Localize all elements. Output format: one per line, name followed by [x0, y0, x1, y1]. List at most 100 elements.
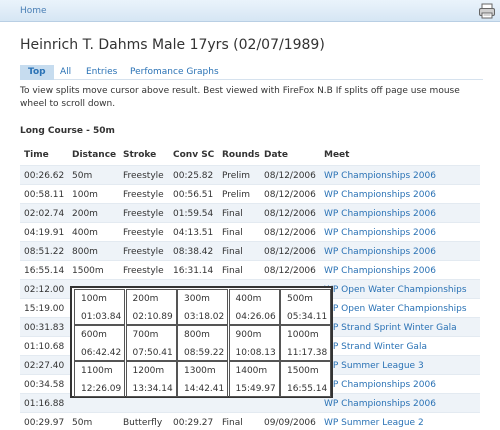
- section-heading: Long Course - 50m: [20, 126, 115, 136]
- split-time: 03:18.02: [184, 312, 225, 322]
- cell-meet[interactable]: WP Summer League 2: [324, 418, 424, 428]
- cell-meet[interactable]: WP Open Water Championships: [324, 285, 467, 295]
- tab-all[interactable]: All: [60, 65, 71, 80]
- cell-time: 02:27.40: [24, 361, 65, 371]
- split-cell: 1200m 13:34.14: [125, 361, 177, 397]
- cell-meet[interactable]: WP Strand Sprint Winter Gala: [324, 323, 457, 333]
- split-cell: 800m 08:59.22: [177, 325, 228, 361]
- cell-meet[interactable]: WP Championships 2006: [324, 399, 436, 409]
- table-row[interactable]: 16:55.14 1500m Freestyle 16:31.14 Final 08/12…: [20, 260, 480, 279]
- cell-distance: 50m: [72, 171, 93, 181]
- table-row[interactable]: 02:02.74 200m Freestyle 01:59.54 Final 08/12/…: [20, 203, 480, 222]
- cell-time: 00:58.11: [24, 190, 65, 200]
- cell-time: 01:16.88: [24, 399, 65, 409]
- cell-meet[interactable]: WP Open Water Championships: [324, 304, 467, 314]
- split-distance: 500m: [287, 294, 313, 304]
- split-distance: 1200m: [132, 366, 165, 376]
- cell-distance: 50m: [72, 418, 93, 428]
- cell-meet[interactable]: WP Championships 2006: [324, 380, 436, 390]
- cell-stroke: Freestyle: [123, 190, 164, 200]
- split-cell: 1300m 14:42.41: [177, 361, 228, 397]
- cell-stroke: Freestyle: [123, 228, 164, 238]
- split-time: 16:55.14: [287, 384, 328, 394]
- cell-meet[interactable]: WP Championships 2006: [324, 190, 436, 200]
- cell-rounds: Final: [222, 247, 243, 257]
- split-cell: 1500m 16:55.14: [280, 361, 331, 397]
- cell-meet[interactable]: WP Strand Winter Gala: [324, 342, 427, 352]
- home-link[interactable]: Home: [20, 6, 47, 16]
- cell-conv-sc: 08:38.42: [173, 247, 214, 257]
- split-cell: 1000m 11:17.38: [280, 325, 331, 361]
- cell-meet[interactable]: WP Championships 2006: [324, 209, 436, 219]
- split-cell: 1400m 15:49.97: [228, 361, 280, 397]
- cell-distance: 400m: [72, 228, 98, 238]
- split-distance: 400m: [235, 294, 262, 304]
- cell-conv-sc: 00:29.27: [173, 418, 214, 428]
- cell-time: 00:31.83: [24, 323, 65, 333]
- split-time: 15:49.97: [235, 384, 276, 394]
- cell-distance: 800m: [72, 247, 98, 257]
- col-date: Date: [264, 150, 288, 160]
- cell-stroke: Butterfly: [123, 418, 163, 428]
- cell-distance: 200m: [72, 209, 98, 219]
- col-distance: Distance: [72, 150, 117, 160]
- split-cell: 700m 07:50.41: [125, 325, 177, 361]
- tab-top[interactable]: Top: [20, 65, 54, 80]
- cell-rounds: Prelim: [222, 171, 251, 181]
- cell-conv-sc: 16:31.14: [173, 266, 214, 276]
- split-cell: 900m 10:08.13: [228, 325, 280, 361]
- table-row[interactable]: 00:26.62 50m Freestyle 00:25.82 Prelim 08/12/…: [20, 165, 480, 184]
- split-time: 11:17.38: [287, 348, 328, 358]
- cell-meet[interactable]: WP Championships 2006: [324, 266, 436, 276]
- col-stroke: Stroke: [123, 150, 157, 160]
- split-time: 05:34.11: [287, 312, 328, 322]
- printer-icon[interactable]: [478, 2, 496, 20]
- split-distance: 600m: [81, 330, 107, 340]
- cell-date: 08/12/2006: [264, 266, 316, 276]
- cell-rounds: Prelim: [222, 190, 251, 200]
- tab-entries[interactable]: Entries: [86, 65, 117, 80]
- col-time: Time: [24, 150, 49, 160]
- split-distance: 1500m: [287, 366, 319, 376]
- table-header: Time Distance Stroke Conv SC Rounds Date…: [20, 146, 480, 165]
- cell-meet[interactable]: WP Championships 2006: [324, 171, 436, 181]
- cell-date: 09/09/2006: [264, 418, 316, 428]
- split-distance: 700m: [132, 330, 159, 340]
- split-time: 02:10.89: [132, 312, 173, 322]
- cell-rounds: Final: [222, 418, 243, 428]
- split-time: 06:42.42: [81, 348, 122, 358]
- cell-conv-sc: 04:13.51: [173, 228, 214, 238]
- cell-time: 08:51.22: [24, 247, 65, 257]
- split-cell: 200m 02:10.89: [125, 289, 177, 325]
- split-distance: 300m: [184, 294, 210, 304]
- cell-meet[interactable]: WP Championships 2006: [324, 228, 436, 238]
- table-row[interactable]: 04:19.91 400m Freestyle 04:13.51 Final 08/12/…: [20, 222, 480, 241]
- cell-conv-sc: 01:59.54: [173, 209, 214, 219]
- cell-time: 01:10.68: [24, 342, 65, 352]
- split-time: 07:50.41: [132, 348, 173, 358]
- split-cell: 500m 05:34.11: [280, 289, 331, 325]
- split-time: 01:03.84: [81, 312, 122, 322]
- table-row[interactable]: 00:58.11 100m Freestyle 00:56.51 Prelim 08/12…: [20, 184, 480, 203]
- tab-performance-graphs[interactable]: Perfomance Graphs: [130, 65, 219, 80]
- cell-date: 08/12/2006: [264, 228, 316, 238]
- cell-distance: 1500m: [72, 266, 104, 276]
- cell-time: 00:34.58: [24, 380, 65, 390]
- col-conv-sc: Conv SC: [173, 150, 215, 160]
- cell-meet[interactable]: WP Championships 2006: [324, 247, 436, 257]
- cell-date: 08/12/2006: [264, 209, 316, 219]
- top-bar: Home: [0, 0, 500, 22]
- cell-time: 00:29.97: [24, 418, 65, 428]
- cell-meet[interactable]: WP Summer League 3: [324, 361, 424, 371]
- split-cell: 600m 06:42.42: [74, 325, 125, 361]
- table-row[interactable]: 08:51.22 800m Freestyle 08:38.42 Final 08/12/…: [20, 241, 480, 260]
- cell-time: 04:19.91: [24, 228, 65, 238]
- cell-conv-sc: 00:25.82: [173, 171, 214, 181]
- page-title: Heinrich T. Dahms Male 17yrs (02/07/1989…: [20, 37, 325, 53]
- split-cell: 100m 01:03.84: [74, 289, 125, 325]
- instructions-note: To view splits move cursor above result.…: [20, 86, 460, 109]
- table-row[interactable]: 00:29.97 50m Butterfly 00:29.27 Final 09/09/2…: [20, 412, 480, 430]
- splits-popup: 100m 01:03.84 200m 02:10.89 300m 03:18.02 400m…: [70, 286, 333, 398]
- split-time: 13:34.14: [132, 384, 173, 394]
- split-distance: 100m: [81, 294, 107, 304]
